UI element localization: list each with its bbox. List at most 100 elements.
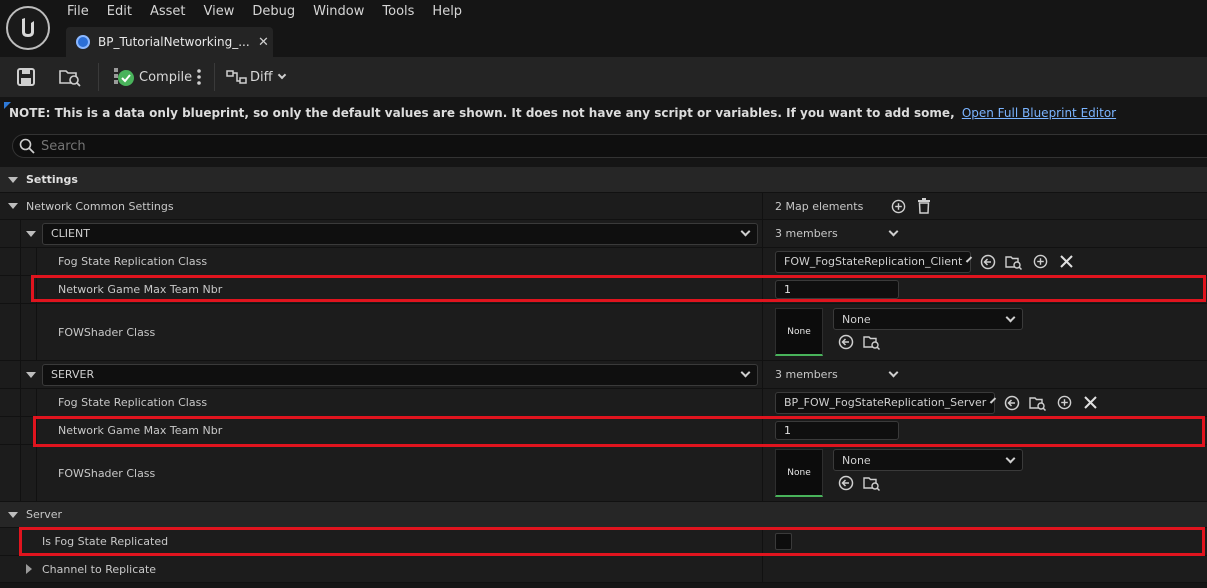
chevron-down-icon [1005,453,1016,463]
details-panel: NOTE: This is a data only blueprint, so … [0,97,1207,588]
folder-search-icon [1029,396,1047,411]
browse-button[interactable] [58,57,82,97]
trash-icon [918,198,930,214]
menu-window[interactable]: Window [304,0,373,24]
use-selected-button[interactable] [837,474,855,492]
chevron-down-icon [990,397,997,404]
add-circle-icon [891,199,905,213]
menu-debug[interactable]: Debug [243,0,304,24]
server-shader-value: None [842,453,871,467]
highlight-fog-state-replicated [19,527,1205,556]
server-category-header[interactable]: Server [0,502,1207,528]
toolbar-separator [98,63,99,91]
channel-to-replicate-row: Channel to Replicate [0,556,1207,583]
client-fog-state-row: Fog State Replication Class FOW_FogState… [0,248,1207,276]
settings-category-label: Settings [26,173,78,186]
server-shader-row: FOWShader Class None None [0,445,1207,502]
server-category-label: Server [26,508,63,521]
search-input[interactable] [41,138,641,154]
tab-title: BP_TutorialNetworking_... [98,35,250,49]
add-circle-icon [1057,395,1071,410]
close-icon [1059,255,1073,268]
folder-search-icon [863,477,881,491]
notice-text: NOTE: This is a data only blueprint, so … [9,106,955,120]
map-elements-count: 2 Map elements [775,199,864,213]
browse-asset-button[interactable] [863,333,881,351]
client-shader-dropdown[interactable]: None [833,308,1023,330]
title-bar: File Edit Asset View Debug Window Tools … [0,0,1207,58]
server-fog-state-label: Fog State Replication Class [58,396,208,409]
use-selected-button[interactable] [979,253,997,271]
client-shader-value: None [842,312,871,326]
add-element-button[interactable] [889,197,907,215]
expand-arrow-icon[interactable] [26,230,36,237]
tab-close-icon[interactable]: ✕ [258,35,269,50]
use-selected-arrow-icon [980,254,996,269]
expand-arrow-icon[interactable] [8,511,18,518]
menu-bar: File Edit Asset View Debug Window Tools … [58,0,471,24]
client-shader-label: FOWShader Class [58,325,156,339]
use-selected-button[interactable] [1003,394,1021,412]
menu-file[interactable]: File [58,0,98,24]
clear-all-button[interactable] [915,197,933,215]
compile-options-button[interactable] [196,57,202,97]
chevron-down-icon [966,256,973,263]
save-button[interactable] [16,57,36,97]
compile-button[interactable]: Compile [113,57,192,97]
chevron-down-icon [277,70,286,80]
clear-button[interactable] [1057,253,1075,271]
unreal-logo-icon[interactable] [6,6,50,50]
server-shader-thumbnail[interactable]: None [775,449,823,497]
use-selected-arrow-icon [1004,395,1020,410]
members-chevron-icon[interactable] [888,226,899,237]
browse-asset-button[interactable] [1029,394,1047,412]
add-circle-icon [1033,254,1047,269]
menu-edit[interactable]: Edit [98,0,141,24]
server-fog-state-dropdown[interactable]: BP_FOW_FogStateReplication_Server [775,391,997,414]
expand-arrow-icon[interactable] [8,176,18,183]
client-members-count: 3 members [775,227,838,240]
server-key-dropdown[interactable]: SERVER [42,363,758,386]
client-shader-thumbnail[interactable]: None [775,308,823,356]
highlight-client-team-nbr [31,275,1206,302]
compile-label: Compile [139,69,193,85]
client-shader-row: FOWShader Class None None [0,304,1207,361]
browse-asset-button[interactable] [863,474,881,492]
client-entry-row: CLIENT 3 members [0,220,1207,248]
chevron-down-icon [740,226,751,237]
open-full-blueprint-editor-link[interactable]: Open Full Blueprint Editor [962,106,1116,120]
blueprint-icon [76,35,90,49]
diff-button[interactable]: Diff [226,57,286,97]
expand-arrow-icon[interactable] [8,203,18,209]
server-fog-state-value: BP_FOW_FogStateReplication_Server [784,396,987,409]
folder-search-icon [59,70,81,87]
search-box [12,134,1207,158]
use-selected-button[interactable] [837,333,855,351]
client-key-value: CLIENT [51,227,90,240]
toolbar: Compile Diff [0,57,1207,97]
diff-icon [226,70,247,84]
close-icon [1083,396,1097,409]
document-tab[interactable]: BP_TutorialNetworking_... ✕ [66,27,273,57]
server-entry-row: SERVER 3 members [0,361,1207,389]
menu-asset[interactable]: Asset [141,0,195,24]
clear-button[interactable] [1081,394,1099,412]
add-button[interactable] [1031,253,1049,271]
menu-help[interactable]: Help [423,0,471,24]
settings-category-header[interactable]: Settings [0,167,1207,193]
add-button[interactable] [1055,394,1073,412]
menu-tools[interactable]: Tools [373,0,423,24]
collapsed-arrow-icon[interactable] [26,564,32,574]
server-key-value: SERVER [51,368,95,381]
network-common-settings-row: Network Common Settings 2 Map elements [0,193,1207,220]
expand-arrow-icon[interactable] [26,371,36,378]
server-members-count: 3 members [775,368,838,381]
server-shader-dropdown[interactable]: None [833,449,1023,471]
save-icon [17,68,35,86]
browse-asset-button[interactable] [1005,253,1023,271]
menu-view[interactable]: View [195,0,244,24]
client-key-dropdown[interactable]: CLIENT [42,222,758,245]
channel-to-replicate-label: Channel to Replicate [42,562,157,576]
client-fog-state-dropdown[interactable]: FOW_FogStateReplication_Client [775,250,973,273]
members-chevron-icon[interactable] [888,367,899,378]
